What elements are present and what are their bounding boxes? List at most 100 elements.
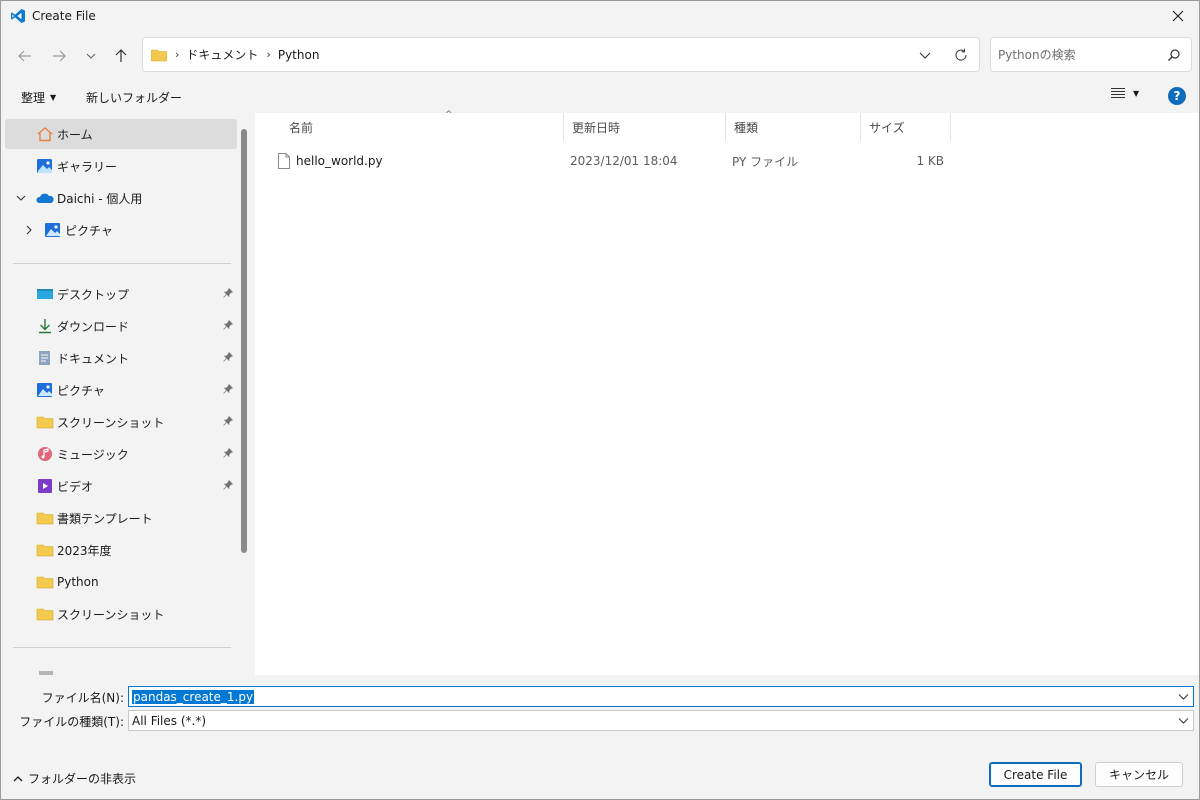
sidebar-item-screenshots-pinned[interactable]: スクリーンショット (3, 407, 237, 437)
close-icon (1172, 10, 1184, 22)
dialog-footer: ファイル名(N): pandas_create_1.py ファイルの種類(T):… (1, 675, 1199, 799)
pin-icon[interactable] (223, 416, 233, 426)
chevron-right-icon[interactable] (23, 224, 35, 236)
sidebar-item-videos[interactable]: ビデオ (3, 471, 237, 501)
sidebar-item-python[interactable]: Python (3, 567, 237, 597)
pictures-icon (45, 223, 60, 237)
organize-label: 整理 (21, 91, 46, 105)
folder-icon (36, 608, 54, 621)
sidebar-item-gallery[interactable]: ギャラリー (3, 151, 237, 181)
address-history-dropdown[interactable] (913, 44, 937, 66)
home-icon (37, 127, 53, 142)
sidebar-divider (13, 647, 231, 648)
sidebar-item-pictures[interactable]: ピクチャ (3, 375, 237, 405)
forward-button[interactable] (45, 42, 73, 70)
address-bar[interactable]: › ドキュメント › Python (142, 37, 980, 72)
window-title: Create File (32, 9, 96, 23)
chevron-down-icon[interactable] (15, 192, 27, 204)
caret-down-icon: ▼ (50, 93, 57, 102)
file-type: PY ファイル (732, 154, 799, 169)
list-view-icon (1111, 88, 1125, 98)
sidebar-item-onedrive[interactable]: Daichi - 個人用 (3, 183, 237, 213)
pin-icon[interactable] (223, 384, 233, 394)
chevron-down-icon (86, 53, 96, 59)
file-size: 1 KB (916, 154, 944, 168)
view-options-button[interactable]: ▼ (1111, 87, 1139, 99)
column-header-size[interactable]: サイズ (861, 113, 951, 141)
title-bar: Create File (1, 1, 1199, 31)
search-input[interactable] (998, 47, 1158, 62)
table-row[interactable]: hello_world.py 2023/12/01 18:04 PY ファイル … (271, 149, 951, 173)
refresh-icon (955, 48, 967, 61)
pin-icon[interactable] (223, 320, 233, 330)
file-icon (278, 153, 290, 169)
breadcrumb-separator-icon: › (266, 48, 271, 61)
filetype-select[interactable]: All Files (*.*) (128, 710, 1194, 731)
folder-icon (36, 416, 54, 429)
folder-icon (151, 49, 167, 61)
command-bar: 整理 ▼ 新しいフォルダー ▼ ? (1, 81, 1199, 111)
cancel-button[interactable]: キャンセル (1095, 762, 1183, 787)
sidebar-item-home[interactable]: ホーム (5, 119, 237, 149)
navigation-pane: ホーム ギャラリー Daichi - 個人用 ピクチャ デスクトップ ダウンロー… (3, 113, 253, 675)
recent-locations-button[interactable] (77, 42, 105, 70)
search-box (990, 37, 1192, 72)
create-file-dialog: Create File › ドキュメント › Python Pythonの検索 … (0, 0, 1200, 800)
sidebar-item-screenshots[interactable]: スクリーンショット (3, 599, 237, 629)
sidebar-item-documents[interactable]: ドキュメント (3, 343, 237, 373)
download-icon (39, 319, 51, 334)
hide-folders-toggle[interactable]: フォルダーの非表示 (13, 770, 136, 787)
filename-combo[interactable]: pandas_create_1.py (128, 686, 1194, 707)
breadcrumb-documents[interactable]: ドキュメント (186, 46, 258, 63)
column-header-modified[interactable]: 更新日時 (564, 113, 726, 141)
sidebar-item-fy2023[interactable]: 2023年度 (3, 535, 237, 565)
gallery-icon (37, 159, 52, 173)
documents-icon (39, 351, 50, 365)
help-icon: ? (1173, 89, 1181, 103)
sidebar-scrollbar[interactable] (241, 129, 247, 553)
refresh-button[interactable] (949, 44, 973, 66)
pin-icon[interactable] (223, 480, 233, 490)
pin-icon[interactable] (223, 448, 233, 458)
vscode-icon (11, 9, 25, 23)
back-button[interactable] (11, 42, 39, 70)
navigation-bar: › ドキュメント › Python (1, 37, 1199, 75)
sidebar-item-onedrive-pictures[interactable]: ピクチャ (3, 215, 237, 245)
pin-icon[interactable] (223, 352, 233, 362)
sidebar-item-desktop[interactable]: デスクトップ (3, 279, 237, 309)
filetype-label: ファイルの種類(T): (19, 715, 124, 729)
filename-label: ファイル名(N): (41, 691, 124, 705)
filename-input[interactable]: pandas_create_1.py (132, 689, 255, 704)
breadcrumb-python[interactable]: Python (278, 48, 320, 62)
folder-icon (36, 512, 54, 525)
pin-icon[interactable] (223, 288, 233, 298)
file-name: hello_world.py (296, 154, 383, 168)
filetype-value: All Files (*.*) (132, 713, 207, 728)
breadcrumb-separator-icon: › (175, 48, 180, 61)
up-button[interactable] (107, 42, 135, 70)
onedrive-cloud-icon (36, 193, 54, 203)
sidebar-divider (13, 263, 231, 264)
help-button[interactable]: ? (1168, 87, 1186, 105)
create-file-button[interactable]: Create File (989, 762, 1082, 787)
search-icon[interactable] (1167, 48, 1181, 62)
chevron-down-icon (919, 52, 931, 59)
close-button[interactable] (1163, 3, 1193, 29)
column-header-name[interactable]: 名前 ^ (281, 110, 564, 141)
folder-icon (36, 576, 54, 589)
sidebar-item-downloads[interactable]: ダウンロード (3, 311, 237, 341)
chevron-down-icon[interactable] (1178, 715, 1189, 726)
chevron-up-icon (13, 775, 23, 781)
column-header-type[interactable]: 種類 (726, 113, 861, 141)
sidebar-item-document-templates[interactable]: 書類テンプレート (3, 503, 237, 533)
desktop-icon (37, 289, 53, 299)
sidebar-item-music[interactable]: ミュージック (3, 439, 237, 469)
folder-icon (36, 544, 54, 557)
organize-button[interactable]: 整理 ▼ (21, 89, 56, 106)
chevron-down-icon[interactable] (1178, 691, 1189, 702)
new-folder-button[interactable]: 新しいフォルダー (86, 89, 182, 106)
caret-down-icon: ▼ (1133, 88, 1140, 98)
arrow-up-icon (115, 49, 127, 62)
file-list: 名前 ^ 更新日時 種類 サイズ hello_world.py 2023/12/… (255, 110, 1199, 675)
music-icon (38, 447, 52, 461)
